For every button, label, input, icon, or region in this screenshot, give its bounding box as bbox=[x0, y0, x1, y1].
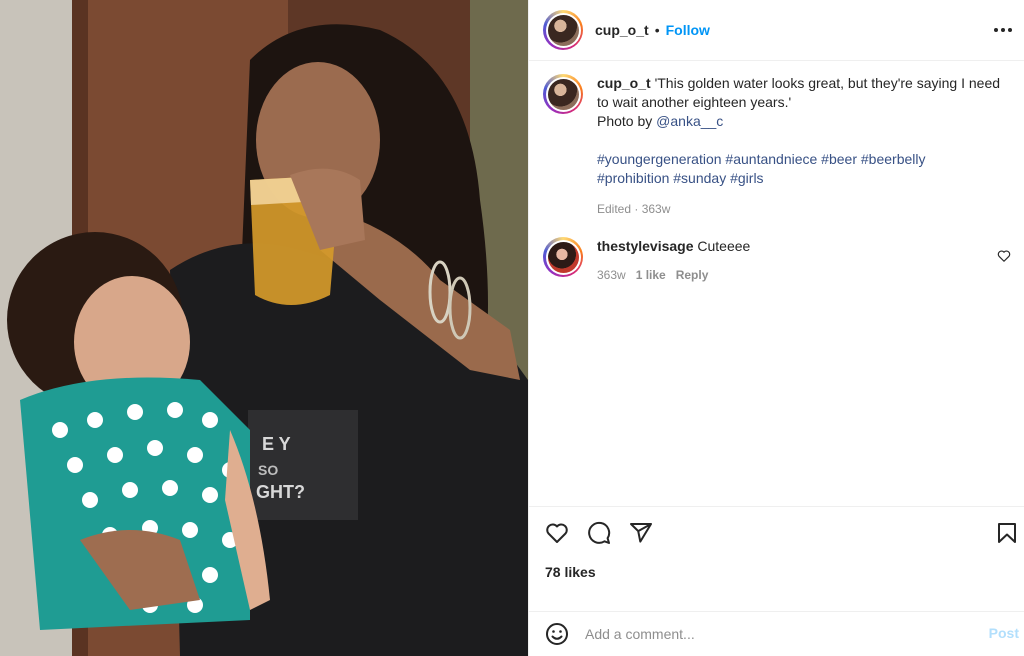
comment-heart-icon[interactable] bbox=[997, 249, 1011, 263]
action-bar: 78 likes bbox=[529, 506, 1024, 611]
caption: cup_o_t 'This golden water looks great, … bbox=[543, 74, 1011, 219]
post-side-panel: cup_o_t • Follow cup_o_t 'This golden wa… bbox=[528, 0, 1024, 656]
comment-likes[interactable]: 1 like bbox=[636, 268, 666, 282]
post-photo-illustration: E Y SO GHT? bbox=[0, 0, 528, 656]
caption-username[interactable]: cup_o_t bbox=[597, 75, 651, 91]
comment-item: thestylevisage Cuteeee 363w 1 like Reply bbox=[543, 237, 1011, 285]
caption-author-avatar[interactable] bbox=[543, 74, 583, 114]
add-comment-bar: Post bbox=[529, 611, 1024, 656]
emoji-icon[interactable] bbox=[545, 622, 569, 646]
likes-count[interactable]: 78 likes bbox=[545, 564, 596, 580]
comment-age: 363w bbox=[597, 268, 626, 282]
comment-reply-button[interactable]: Reply bbox=[676, 268, 709, 282]
bookmark-icon[interactable] bbox=[995, 521, 1019, 545]
comments-section[interactable]: cup_o_t 'This golden water looks great, … bbox=[529, 62, 1024, 506]
caption-photo-by: Photo by bbox=[597, 113, 653, 129]
post-header: cup_o_t • Follow bbox=[529, 0, 1024, 61]
comment-icon[interactable] bbox=[587, 521, 611, 545]
more-horizontal-icon[interactable] bbox=[991, 20, 1015, 40]
follow-button[interactable]: Follow bbox=[666, 22, 710, 38]
hashtags-line-2[interactable]: #prohibition #sunday #girls bbox=[597, 169, 1007, 188]
hashtags-line-1[interactable]: #youngergeneration #auntandniece #beer #… bbox=[597, 150, 1007, 169]
post-photo[interactable]: E Y SO GHT? bbox=[0, 0, 528, 656]
caption-meta: Edited · 363w bbox=[597, 202, 671, 216]
comment-meta: 363w 1 like Reply bbox=[597, 266, 1007, 285]
svg-text:GHT?: GHT? bbox=[256, 482, 305, 502]
author-username[interactable]: cup_o_t bbox=[595, 22, 649, 38]
comment-username[interactable]: thestylevisage bbox=[597, 238, 694, 254]
caption-mention-link[interactable]: @anka__c bbox=[656, 113, 723, 129]
heart-icon[interactable] bbox=[545, 521, 569, 545]
comment-text: Cuteeee bbox=[697, 238, 751, 254]
share-icon[interactable] bbox=[629, 521, 653, 545]
post-comment-button[interactable]: Post bbox=[989, 625, 1019, 641]
header-separator: • bbox=[654, 22, 660, 38]
author-avatar[interactable] bbox=[543, 10, 583, 50]
commenter-avatar[interactable] bbox=[543, 237, 583, 277]
caption-hashtags: #youngergeneration #auntandniece #beer #… bbox=[597, 150, 1007, 188]
svg-text:E Y: E Y bbox=[262, 434, 291, 454]
add-comment-input[interactable] bbox=[585, 626, 965, 642]
caption-text: 'This golden water looks great, but they… bbox=[597, 75, 1001, 110]
svg-text:SO: SO bbox=[258, 462, 278, 478]
